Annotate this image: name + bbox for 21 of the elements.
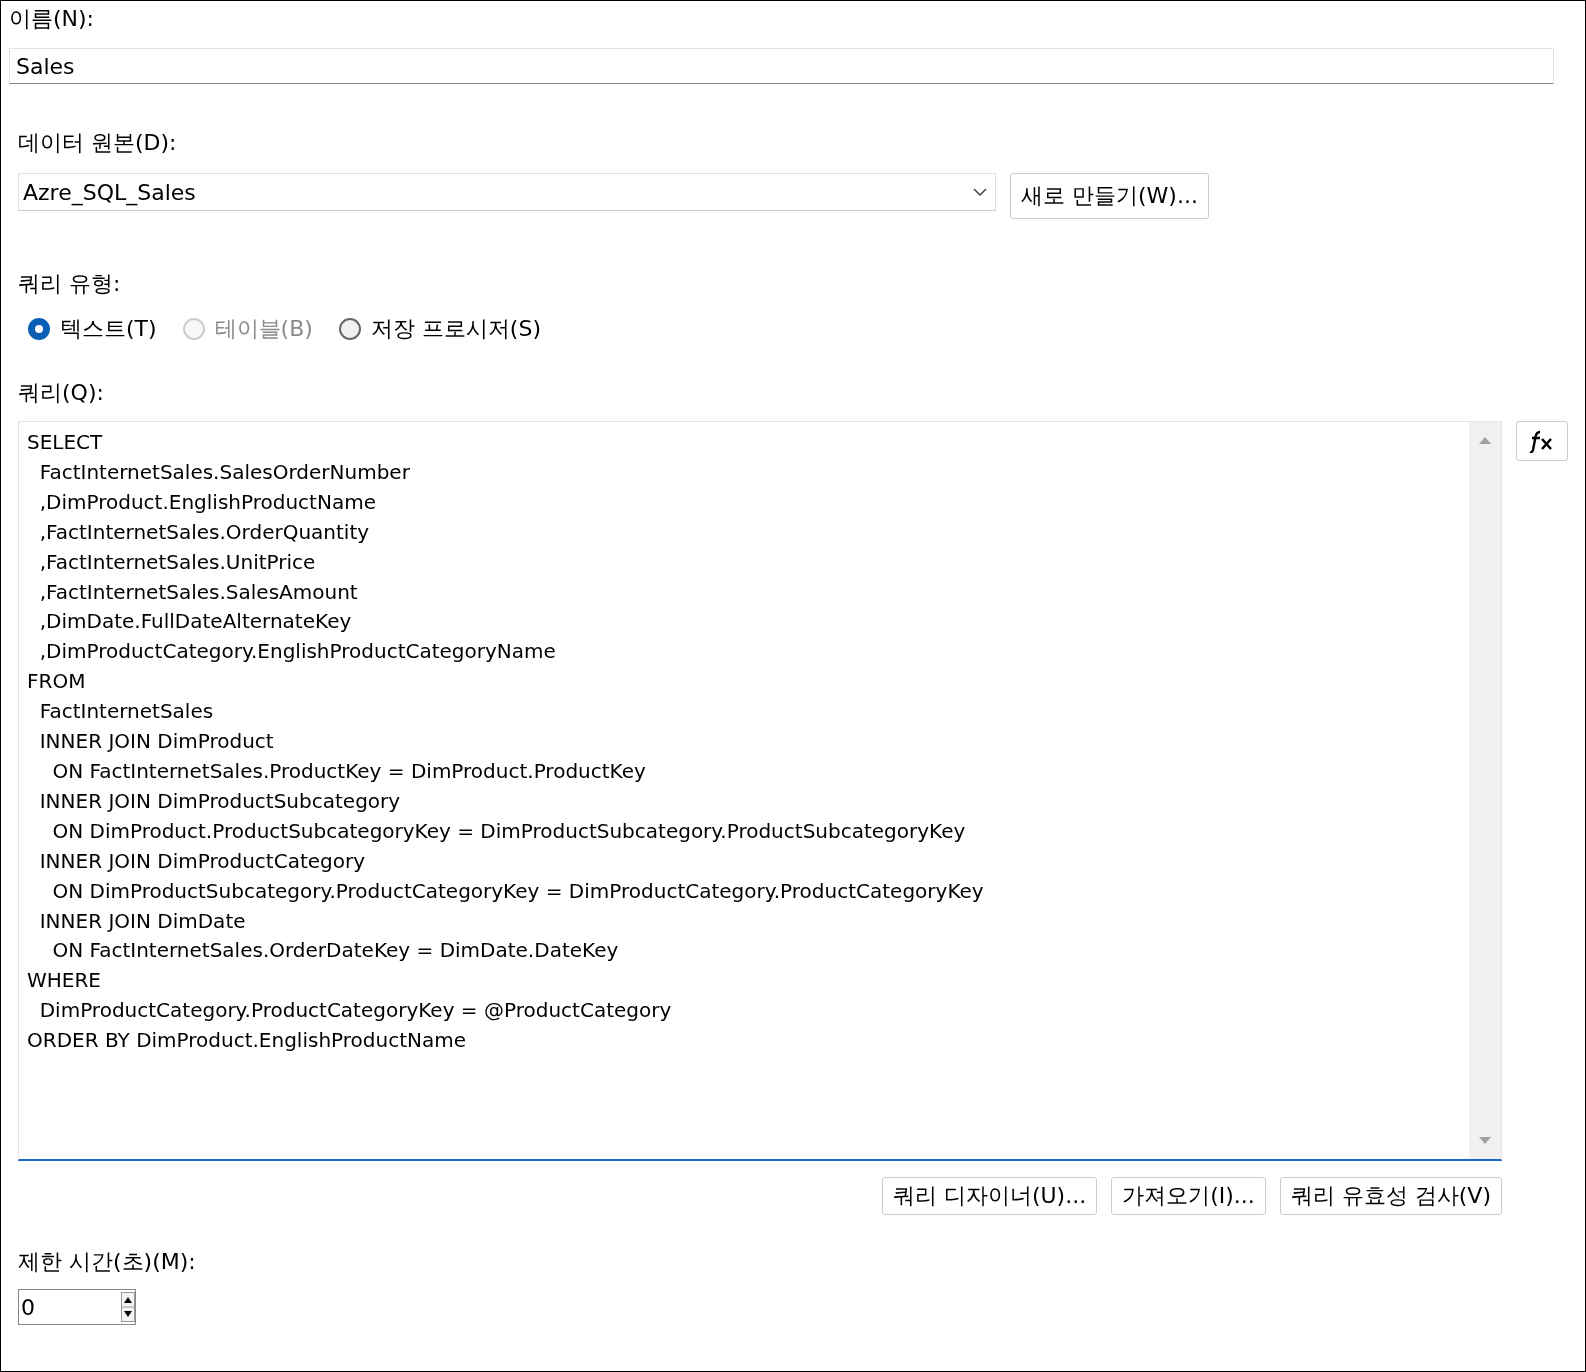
- query-action-button[interactable]: 쿼리 유효성 검사(V): [1279, 1177, 1502, 1215]
- query-type-radio[interactable]: 텍스트(T): [28, 314, 157, 344]
- data-source-dropdown[interactable]: Azre_SQL_Sales: [18, 173, 996, 211]
- function-icon: [1529, 429, 1555, 453]
- chevron-down-icon: [973, 187, 987, 197]
- field-label: 쿼리(Q):: [18, 379, 105, 407]
- expression-button[interactable]: [1516, 421, 1568, 461]
- query-action-button[interactable]: 쿼리 디자이너(U)...: [881, 1177, 1098, 1215]
- spinner-arrows-icon[interactable]: [121, 1292, 135, 1322]
- field-label: 쿼리 유형:: [18, 270, 122, 298]
- field-label: 제한 시간(초)(M):: [18, 1248, 197, 1276]
- scrollbar[interactable]: [1469, 422, 1501, 1159]
- query-type-radio[interactable]: 저장 프로시저(S): [338, 314, 541, 344]
- scroll-down-icon[interactable]: [1479, 1137, 1491, 1145]
- query-action-button[interactable]: 가져오기(I)...: [1111, 1177, 1266, 1215]
- scroll-up-icon[interactable]: [1479, 436, 1491, 444]
- name-field[interactable]: Sales: [9, 48, 1554, 84]
- field-label: 이름(N):: [8, 5, 96, 33]
- timeout-spinner[interactable]: 0: [18, 1289, 136, 1325]
- new-data-source-button[interactable]: 새로 만들기(W)...: [1010, 173, 1209, 219]
- field-label: 데이터 원본(D):: [18, 129, 178, 157]
